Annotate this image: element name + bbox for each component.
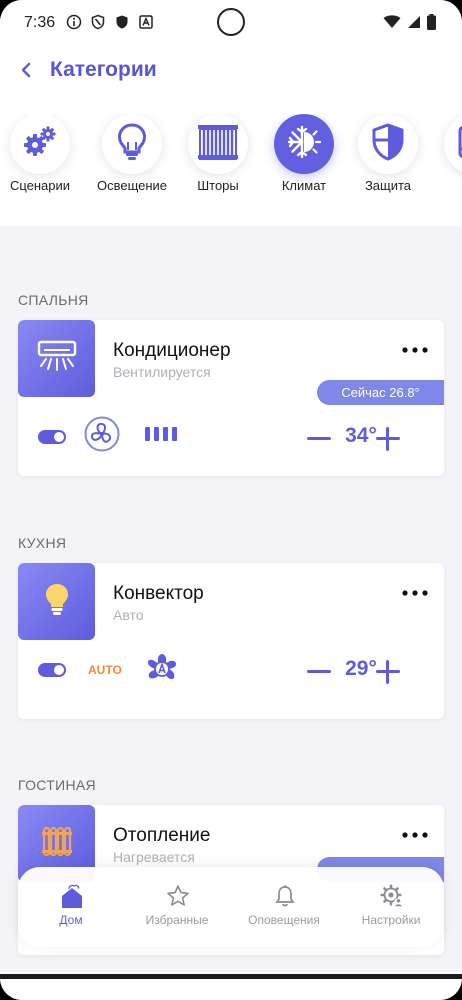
device-controls: 34° [18,416,444,460]
device-controls: AUTO 29° [18,649,444,693]
category-scenarios[interactable]: Сценарии [0,114,83,214]
category-label: Сценарии [9,178,71,193]
camera-cutout [217,8,245,36]
more-options-icon[interactable] [401,585,429,601]
status-bar: 7:36 [0,0,462,46]
device-card-air-conditioner[interactable]: Кондиционер Вентилируется Сейчас 26.8° 3… [18,320,444,476]
category-circle [358,114,418,174]
more-options-icon[interactable] [401,342,429,358]
scenarios-gear-icon [20,122,60,167]
device-card-convector[interactable]: Конвектор Авто AUTO 29° [18,563,444,719]
nav-home[interactable]: Дом [18,867,124,947]
fan-speed-bars-icon[interactable] [144,426,180,442]
device-name: Отопление [113,825,211,846]
lightbulb-icon [115,122,149,167]
category-lighting[interactable]: Освещение [89,114,175,214]
fan-icon[interactable] [84,416,120,452]
nav-label: Настройки [361,913,421,927]
nav-label: Оповещения [248,913,320,927]
category-carousel[interactable]: Сценарии Освещение Шторы Климат Защита [0,114,462,214]
category-circle [10,114,70,174]
device-status: Вентилируется [113,364,211,380]
radiator-icon [40,824,74,863]
shield-filled-icon [114,14,130,30]
battery-icon [427,14,436,35]
category-label: Защита [364,178,412,193]
temperature-decrease-button[interactable] [306,426,332,452]
category-circle [102,114,162,174]
device-status: Авто [113,607,144,623]
device-name: Кондиционер [113,340,231,361]
air-conditioner-icon [37,339,77,378]
shield-icon [371,122,405,166]
temperature-increase-button[interactable] [375,426,401,452]
category-label: Да [431,178,462,193]
signal-icon [407,15,421,34]
device-icon-box [18,563,95,640]
more-options-icon[interactable] [401,827,429,843]
sensor-icon [457,124,462,165]
back-arrow-icon[interactable] [14,58,38,82]
current-temperature-badge: Сейчас 26.8° [317,380,444,405]
page-title: Категории [50,58,157,81]
section-title-living-room: ГОСТИНАЯ [18,777,96,793]
device-name: Конвектор [113,583,204,604]
shield-outline-icon [90,14,106,30]
category-label: Климат [281,178,327,193]
curtains-icon [196,123,240,166]
home-indicator-bar[interactable] [0,974,462,979]
bell-icon [273,883,297,909]
category-circle [274,114,334,174]
section-title-bedroom: СПАЛЬНЯ [18,292,89,308]
category-circle [188,114,248,174]
device-icon-box [18,320,95,397]
star-icon [166,883,190,909]
wifi-icon [383,15,401,34]
app-notification-icon [138,14,154,30]
header: Категории Сценарии Освещение Шторы Клима… [0,46,462,226]
status-time: 7:36 [24,14,56,31]
category-curtains[interactable]: Шторы [175,114,261,214]
home-icon [60,883,84,909]
climate-snowflake-sun-icon [285,123,323,166]
category-sensors[interactable]: Да [431,114,462,214]
nav-favorites[interactable]: Избранные [124,867,230,947]
device-status: Нагревается [113,849,195,865]
category-circle [444,114,462,174]
auto-mode-label[interactable]: AUTO [88,663,122,677]
category-label: Шторы [197,178,239,193]
nav-notifications[interactable]: Оповещения [231,867,337,947]
app-screen: 7:36 Категории Сценарии Освещение Шторы … [0,0,462,1000]
status-notification-icons [66,14,154,30]
category-security[interactable]: Защита [345,114,431,214]
power-toggle[interactable] [38,430,66,444]
nav-settings[interactable]: Настройки [338,867,444,947]
section-title-kitchen: КУХНЯ [18,535,67,551]
status-system-icons [383,14,436,35]
settings-icon [380,883,404,909]
power-toggle[interactable] [38,663,66,677]
auto-fan-icon[interactable] [142,649,182,689]
temperature-increase-button[interactable] [375,659,401,685]
bottom-navigation: Дом Избранные Оповещения Настройки [18,867,444,947]
nav-label: Дом [59,913,83,927]
lightbulb-icon [43,582,71,621]
info-icon [66,14,82,30]
nav-label: Избранные [145,913,209,927]
category-climate[interactable]: Климат [261,114,347,214]
temperature-decrease-button[interactable] [306,659,332,685]
category-label: Освещение [96,178,168,193]
